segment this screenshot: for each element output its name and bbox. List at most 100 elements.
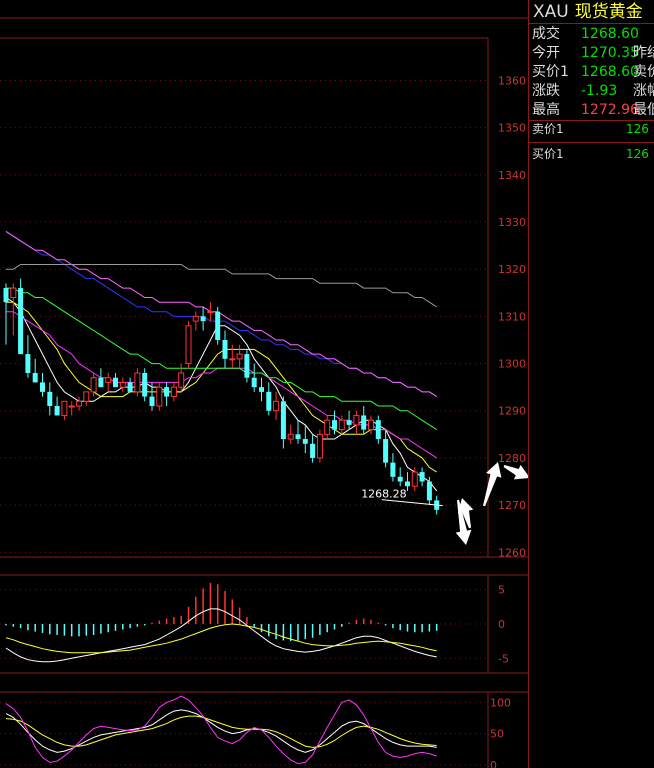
candle-body — [25, 354, 31, 373]
candle-body — [47, 391, 53, 407]
candle-body — [419, 472, 425, 482]
quote-value: 1268.60 — [581, 26, 639, 42]
candle-body — [207, 311, 214, 314]
candle — [368, 415, 374, 435]
candle — [295, 420, 301, 444]
candle — [338, 415, 345, 435]
candle — [68, 401, 75, 416]
candle-body — [244, 354, 250, 378]
price-tick-label: 1330 — [498, 216, 526, 229]
candlestick-panel[interactable]: 1260 1270 1280 1290 1300 1310 1320 1330 1340 1350… — [0, 74, 526, 559]
macd-line-1 — [5, 623, 437, 654]
candle-body — [390, 462, 396, 477]
candle-body — [127, 382, 133, 392]
price-tick-label: 1320 — [498, 263, 526, 276]
candle — [280, 396, 286, 449]
candle-body — [156, 386, 163, 407]
symbol-name: 现货黄金 — [574, 2, 643, 22]
quote-row-high: 最高 1272.96 最低 — [529, 100, 654, 120]
candle-body — [3, 288, 9, 303]
ma-line-6 — [6, 264, 437, 308]
candle-body — [353, 414, 360, 426]
symbol-code: XAU — [533, 2, 569, 22]
last-price-label: 1268.28 — [361, 488, 407, 501]
candle-body — [18, 288, 24, 355]
candle-body — [149, 396, 155, 407]
candle — [222, 330, 228, 369]
candle — [251, 363, 257, 392]
candle — [236, 344, 243, 369]
candle-body — [287, 433, 294, 440]
price-tick-label: 1350 — [498, 122, 526, 135]
candle-body — [338, 419, 345, 431]
macd-tick-label: 0 — [498, 618, 505, 631]
ask-row: 卖价1 126 — [529, 120, 654, 138]
candle — [244, 349, 250, 383]
candle — [266, 382, 272, 416]
kdj-line-2 — [5, 695, 437, 765]
candle-body — [40, 382, 45, 392]
candle-body — [113, 377, 118, 388]
kdj-line-1 — [5, 715, 437, 748]
candle-body — [375, 420, 381, 440]
kdj-tick-label: 50 — [490, 728, 504, 741]
price-tick-label: 1340 — [498, 169, 526, 182]
candle-body — [324, 419, 331, 435]
quote-value: 1270.35 — [581, 45, 639, 61]
quote-label: 涨跌 — [532, 83, 560, 99]
candle — [287, 424, 294, 444]
candle — [353, 410, 360, 435]
ma-line-1 — [6, 301, 437, 473]
candle — [316, 429, 323, 463]
candle-body — [236, 353, 243, 360]
candle-body — [200, 316, 206, 322]
macd-line-0 — [5, 608, 437, 663]
ma-line-3 — [6, 287, 437, 431]
quote-row-last: 成交 1268.60 — [529, 24, 654, 44]
price-tick-label: 1290 — [498, 405, 526, 418]
candle-body — [368, 419, 374, 431]
candle-body — [10, 287, 17, 298]
candle-body — [259, 387, 264, 392]
candle-body — [266, 391, 272, 411]
candle-body — [215, 311, 221, 340]
divider — [529, 142, 654, 143]
candle — [229, 344, 236, 369]
candle — [397, 467, 403, 487]
candle — [259, 377, 264, 402]
quote-row-change: 涨跌 -1.93 涨幅 — [529, 81, 654, 101]
kdj-tick-label: 0 — [490, 759, 497, 768]
candle — [76, 396, 82, 411]
quote-label: 今开 — [532, 45, 560, 61]
quote-label: 成交 — [532, 26, 560, 42]
candle-body — [185, 325, 192, 365]
quote-label: 最高 — [532, 102, 560, 118]
candle-body — [332, 420, 337, 430]
price-tick-label: 1280 — [498, 452, 526, 465]
bid-value: 126 — [626, 147, 649, 161]
candle — [419, 467, 425, 487]
candle-body — [361, 415, 367, 430]
candle — [18, 278, 24, 355]
kline-chart-area[interactable]: 1260 1270 1280 1290 1300 1310 1320 1330 1340 1350… — [0, 0, 528, 768]
candle — [25, 335, 31, 378]
candle — [61, 400, 68, 421]
candle — [83, 391, 90, 407]
candle — [164, 382, 170, 407]
quote-row-bid: 买价1 1268.60 卖价 — [529, 62, 654, 82]
ask-value: 126 — [626, 122, 649, 136]
macd-panel: 5 0 -5 — [0, 582, 509, 665]
candle — [192, 311, 199, 331]
kdj-tick-label: 100 — [490, 696, 511, 709]
candle-body — [170, 386, 177, 398]
ma-line-2 — [6, 311, 437, 459]
candle-body — [54, 406, 60, 416]
quote-label-2: 昨结 — [633, 45, 654, 61]
candle-body — [229, 358, 236, 361]
candle-body — [411, 471, 418, 487]
candle-body — [32, 372, 38, 383]
quote-label-2: 卖价 — [633, 64, 654, 80]
candle-body — [90, 377, 97, 393]
quote-label-2: 最低 — [633, 102, 654, 118]
candle-body — [383, 439, 389, 463]
